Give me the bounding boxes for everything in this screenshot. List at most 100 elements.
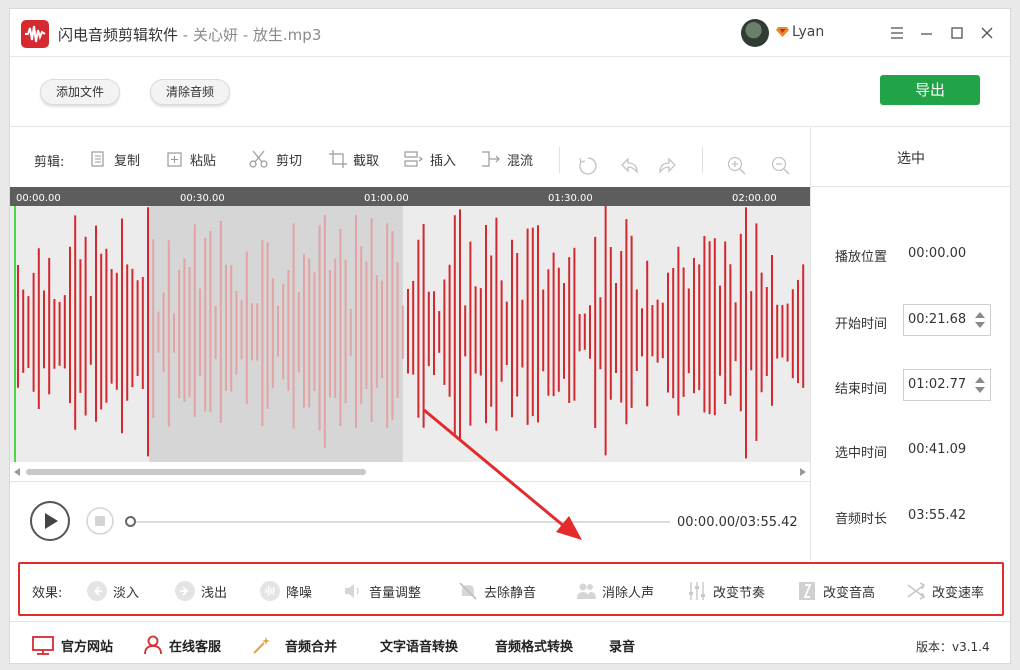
stop-icon[interactable] — [86, 507, 114, 535]
end-time-spinner[interactable]: 01:02.77 — [903, 369, 991, 401]
record-label: 录音 — [609, 639, 636, 655]
file-toolbar: 添加文件 清除音频 导出 — [10, 57, 1010, 127]
window-title: 闪电音频剪辑软件 - 关心妍 - 放生.mp3 — [58, 24, 321, 45]
mix-label: 混流 — [507, 153, 534, 169]
export-button[interactable]: 导出 — [880, 75, 980, 105]
scroll-left-icon[interactable] — [14, 468, 20, 476]
fade-in-icon — [87, 581, 107, 601]
record-link[interactable]: 录音 — [609, 634, 635, 656]
format-convert-label: 音频格式转换 — [495, 639, 574, 655]
noise-reduction-label: 降噪 — [286, 585, 313, 601]
crop-button[interactable]: 截取 — [328, 148, 379, 170]
tick-label: 02:00.00 — [732, 193, 777, 204]
scissors-icon — [249, 150, 268, 168]
scroll-thumb[interactable] — [26, 469, 366, 475]
zoom-out-icon[interactable] — [770, 155, 792, 177]
close-icon[interactable] — [977, 23, 997, 43]
fade-in-label: 淡入 — [113, 585, 140, 601]
insert-button[interactable]: 插入 — [403, 148, 456, 170]
play-position-value: 00:00.00 — [908, 246, 967, 261]
spinner-down-icon[interactable] — [975, 322, 985, 328]
minimize-icon[interactable] — [917, 23, 937, 43]
redo-icon[interactable] — [657, 155, 679, 177]
end-time-label: 结束时间 — [835, 382, 888, 397]
user-avatar[interactable] — [741, 19, 769, 47]
crop-icon — [329, 150, 347, 168]
vip-diamond-icon — [776, 27, 789, 37]
progress-handle[interactable] — [125, 516, 136, 527]
format-convert-link[interactable]: 音频格式转换 — [495, 634, 573, 656]
change-speed-button[interactable]: 改变速率 — [905, 580, 984, 602]
file-name: 关心妍 - 放生.mp3 — [192, 26, 322, 44]
crop-label: 截取 — [353, 153, 380, 169]
user-name[interactable]: Lyan — [792, 24, 824, 40]
selection-panel: 选中 播放位置 00:00.00 开始时间 00:21.68 结束时间 01:0… — [810, 127, 1011, 561]
spinner-down-icon[interactable] — [975, 387, 985, 393]
volume-icon — [345, 584, 359, 598]
end-time-value: 01:02.77 — [908, 377, 967, 392]
reset-icon[interactable] — [577, 155, 599, 177]
version-label: 版本：v3.1.4 — [916, 640, 990, 654]
progress-track[interactable] — [130, 521, 670, 523]
official-website-label: 官方网站 — [61, 639, 114, 655]
change-tempo-button[interactable]: 改变节奏 — [686, 580, 765, 602]
selected-time-value: 00:41.09 — [908, 442, 967, 457]
audio-merge-link[interactable]: 音频合并 — [251, 634, 337, 656]
app-name: 闪电音频剪辑软件 — [58, 26, 179, 44]
tempo-icon — [689, 582, 705, 600]
start-time-spinner[interactable]: 00:21.68 — [903, 304, 991, 336]
effects-label: 效果: — [32, 586, 63, 601]
copy-icon — [91, 151, 104, 167]
remove-vocals-button[interactable]: 消除人声 — [575, 580, 654, 602]
fade-out-button[interactable]: 浅出 — [174, 580, 227, 602]
mix-button[interactable]: 混流 — [480, 148, 533, 170]
noise-reduction-button[interactable]: 降噪 — [259, 580, 312, 602]
text-to-speech-link[interactable]: 文字语音转换 — [380, 634, 458, 656]
maximize-icon[interactable] — [947, 23, 967, 43]
change-pitch-label: 改变音高 — [823, 585, 876, 601]
paste-label: 粘贴 — [190, 153, 217, 169]
tick-label: 00:00.00 — [16, 193, 61, 204]
fade-in-button[interactable]: 淡入 — [86, 580, 139, 602]
text-to-speech-label: 文字语音转换 — [380, 639, 459, 655]
hamburger-icon[interactable] — [887, 23, 907, 43]
waveform[interactable] — [10, 206, 810, 462]
undo-icon[interactable] — [618, 155, 640, 177]
waveform-scrollbar[interactable] — [10, 464, 810, 480]
remove-silence-label: 去除静音 — [484, 585, 537, 601]
volume-adjust-button[interactable]: 音量调整 — [342, 580, 421, 602]
waveform-area[interactable] — [10, 206, 810, 462]
scroll-right-icon[interactable] — [800, 468, 806, 476]
spinner-up-icon[interactable] — [975, 377, 985, 383]
fade-out-label: 浅出 — [201, 585, 228, 601]
magic-wand-icon — [253, 637, 270, 654]
zoom-in-icon[interactable] — [726, 155, 748, 177]
timeline-ruler[interactable]: 00:00.00 00:30.00 01:00.00 01:30.00 02:0… — [10, 187, 810, 206]
add-file-button[interactable]: 添加文件 — [40, 79, 121, 105]
selection-region[interactable] — [149, 206, 403, 462]
remove-silence-button[interactable]: 去除静音 — [457, 580, 536, 602]
paste-icon — [167, 152, 182, 167]
edit-toolbar: 剪辑: 复制 粘贴 剪切 截取 插入 混流 — [10, 127, 810, 187]
edit-label: 剪辑: — [34, 155, 65, 170]
copy-label: 复制 — [114, 153, 141, 169]
start-time-label: 开始时间 — [835, 317, 888, 332]
spinner-up-icon[interactable] — [975, 312, 985, 318]
selection-panel-title: 选中 — [811, 127, 1011, 187]
volume-adjust-label: 音量调整 — [369, 585, 422, 601]
cut-button[interactable]: 剪切 — [247, 148, 302, 170]
mix-icon — [482, 151, 500, 167]
tick-label: 01:30.00 — [548, 193, 593, 204]
change-tempo-label: 改变节奏 — [713, 585, 766, 601]
play-icon[interactable] — [29, 500, 71, 542]
insert-icon — [404, 151, 424, 167]
paste-button[interactable]: 粘贴 — [165, 148, 216, 170]
vocal-remove-icon — [577, 583, 596, 599]
official-website-link[interactable]: 官方网站 — [31, 634, 113, 656]
copy-button[interactable]: 复制 — [89, 148, 140, 170]
tick-label: 00:30.00 — [180, 193, 225, 204]
change-pitch-button[interactable]: 改变音高 — [796, 580, 875, 602]
selected-time-label: 选中时间 — [835, 446, 888, 461]
clear-audio-button[interactable]: 清除音频 — [150, 79, 231, 105]
online-support-link[interactable]: 在线客服 — [143, 634, 221, 656]
